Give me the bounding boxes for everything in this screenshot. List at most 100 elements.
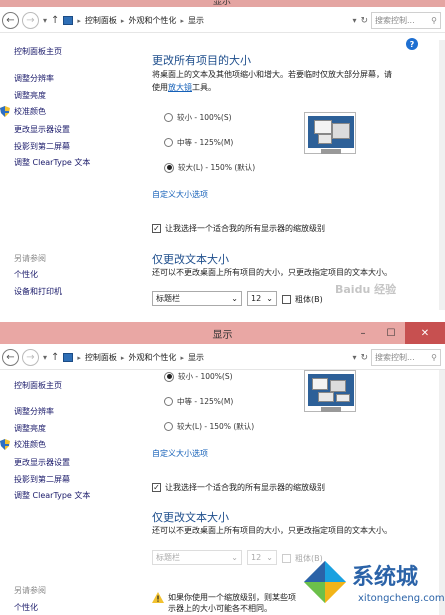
up-arrow-icon[interactable]: ↑: [51, 15, 59, 26]
breadcrumb-separator-icon: ▸: [77, 16, 81, 25]
radio-button-selected[interactable]: [164, 371, 174, 382]
control-panel-icon: [63, 353, 74, 362]
desc-suffix: 工具。: [192, 83, 216, 92]
scale-checkbox-row[interactable]: ✓ 让我选择一个适合我的所有显示器的缩放级别: [152, 482, 325, 493]
sidebar-item-cleartype[interactable]: 调整 ClearType 文本: [14, 157, 90, 168]
warning-line1: 如果你使用一个缩放级别，则某些项: [168, 593, 296, 602]
recent-pages-chevron-icon[interactable]: ▾: [43, 353, 47, 362]
scale-checkbox-row[interactable]: ✓ 让我选择一个适合我的所有显示器的缩放级别: [152, 223, 325, 234]
option-label: 较小 - 100%(S): [177, 113, 232, 122]
forward-button[interactable]: →: [22, 12, 39, 29]
back-button[interactable]: ←: [2, 12, 19, 29]
radio-button[interactable]: [164, 138, 173, 147]
radio-button-selected[interactable]: [164, 162, 174, 173]
breadcrumb-separator-icon: ▸: [77, 353, 81, 362]
chevron-down-icon: ⌄: [266, 553, 273, 562]
sidebar-item-cleartype[interactable]: 调整 ClearType 文本: [14, 490, 90, 501]
logo-text-en: xitongcheng.com: [358, 593, 445, 604]
see-also-personalization[interactable]: 个性化: [14, 269, 38, 280]
bold-checkbox-label: 粗体(B): [295, 295, 323, 304]
sidebar-item-brightness[interactable]: 调整亮度: [14, 423, 46, 434]
option-larger[interactable]: 较大(L) - 150% (默认): [164, 421, 254, 432]
scale-checkbox[interactable]: ✓: [152, 483, 161, 492]
item-select-disabled[interactable]: 标题栏 ⌄: [152, 550, 242, 565]
sidebar-item-project[interactable]: 投影到第二屏幕: [14, 141, 70, 152]
radio-button[interactable]: [164, 113, 173, 122]
size-description: 将桌面上的文本及其他项缩小和增大。若要临时仅放大部分屏幕，请 使用放大镜工具。: [152, 68, 427, 94]
scaling-warning: 如果你使用一个缩放级别，则某些项 示器上的大小可能各不相同。: [152, 592, 296, 614]
custom-size-link[interactable]: 自定义大小选项: [152, 448, 208, 459]
display-preview-image: [304, 112, 356, 154]
chevron-down-icon: ⌄: [231, 294, 238, 303]
watermark: Baidu 经验: [335, 283, 397, 296]
heading-change-size: 更改所有项目的大小: [152, 54, 251, 67]
option-medium[interactable]: 中等 - 125%(M): [164, 137, 233, 148]
custom-size-link[interactable]: 自定义大小选项: [152, 189, 208, 200]
heading-change-text: 仅更改文本大小: [152, 253, 229, 266]
sidebar-item-project[interactable]: 投影到第二屏幕: [14, 474, 70, 485]
see-also-heading: 另请参阅: [14, 586, 46, 595]
option-label: 中等 - 125%(M): [177, 397, 234, 406]
size-select[interactable]: 12 ⌄: [247, 291, 277, 306]
sidebar-item-label: 校准颜色: [14, 440, 46, 449]
see-also-personalization[interactable]: 个性化: [14, 602, 38, 613]
see-also-devices-printers[interactable]: 设备和打印机: [14, 286, 62, 297]
control-panel-icon: [63, 16, 74, 25]
screenshot-divider: [0, 312, 445, 322]
item-select-value: 标题栏: [156, 553, 180, 562]
radio-button[interactable]: [164, 422, 173, 431]
bold-checkbox[interactable]: [282, 554, 291, 563]
sidebar-item-display-settings[interactable]: 更改显示器设置: [14, 124, 70, 135]
sidebar-item-resolution[interactable]: 调整分辨率: [14, 406, 54, 417]
size-select-disabled[interactable]: 12 ⌄: [247, 550, 277, 565]
shield-icon: [0, 439, 10, 450]
sidebar-item-calibrate[interactable]: 校准颜色: [0, 106, 46, 117]
back-button[interactable]: ←: [2, 349, 19, 366]
option-label: 中等 - 125%(M): [177, 138, 234, 147]
bold-checkbox-row[interactable]: 粗体(B): [282, 294, 323, 305]
bold-checkbox[interactable]: [282, 295, 291, 304]
breadcrumb-separator-icon: ▸: [120, 353, 125, 362]
sidebar-item-label: 校准颜色: [14, 107, 46, 116]
size-description-line2: 使用放大镜工具。: [152, 81, 427, 94]
size-select-value: 12: [251, 553, 262, 562]
option-smaller[interactable]: 较小 - 100%(S): [164, 112, 232, 123]
display-preview-image: [304, 370, 356, 412]
logo-text-cn: 系统城: [352, 565, 419, 590]
main-content: 更改所有项目的大小 将桌面上的文本及其他项缩小和增大。若要临时仅放大部分屏幕，请…: [152, 0, 442, 312]
sidebar-item-brightness[interactable]: 调整亮度: [14, 90, 46, 101]
sidebar-item-calibrate[interactable]: 校准颜色: [0, 439, 46, 450]
breadcrumb-control-panel[interactable]: 控制面板: [85, 15, 117, 26]
sidebar-item-resolution[interactable]: 调整分辨率: [14, 73, 54, 84]
option-medium[interactable]: 中等 - 125%(M): [164, 396, 233, 407]
item-select[interactable]: 标题栏 ⌄: [152, 291, 242, 306]
scrollbar[interactable]: [439, 40, 445, 310]
heading-change-text: 仅更改文本大小: [152, 511, 229, 524]
size-description-line1: 将桌面上的文本及其他项缩小和增大。若要临时仅放大部分屏幕，请: [152, 70, 392, 79]
warning-line2: 示器上的大小可能各不相同。: [168, 604, 272, 613]
sidebar-item-home[interactable]: 控制面板主页: [14, 46, 62, 57]
scale-checkbox[interactable]: ✓: [152, 224, 161, 233]
option-label: 较大(L) - 150% (默认): [177, 422, 255, 431]
shield-icon: [0, 106, 10, 117]
window-top-screenshot: 显示 ← → ▾ ↑ ▸ 控制面板 ▸ 外观和个性化 ▸ 显示 ▾ ↻ 搜索控制…: [0, 0, 445, 312]
desc-prefix: 使用: [152, 83, 168, 92]
see-also-heading: 另请参阅: [14, 254, 46, 263]
sidebar-item-display-settings[interactable]: 更改显示器设置: [14, 457, 70, 468]
breadcrumb-separator-icon: ▸: [120, 16, 125, 25]
text-description: 还可以不更改桌面上所有项目的大小，只更改指定项目的文本大小。: [152, 526, 392, 535]
radio-button[interactable]: [164, 397, 173, 406]
forward-button[interactable]: →: [22, 349, 39, 366]
up-arrow-icon[interactable]: ↑: [51, 352, 59, 363]
sidebar-item-home[interactable]: 控制面板主页: [14, 380, 62, 391]
magnifier-link[interactable]: 放大镜: [168, 83, 192, 92]
recent-pages-chevron-icon[interactable]: ▾: [43, 16, 47, 25]
option-label: 较小 - 100%(S): [178, 372, 233, 381]
option-smaller[interactable]: 较小 - 100%(S): [164, 371, 233, 382]
size-select-value: 12: [251, 294, 262, 303]
xitongcheng-logo: 系统城 xitongcheng.com: [300, 555, 445, 615]
windows-logo-icon: [303, 560, 347, 604]
breadcrumb-control-panel[interactable]: 控制面板: [85, 352, 117, 363]
scale-checkbox-label: 让我选择一个适合我的所有显示器的缩放级别: [165, 224, 325, 233]
option-larger[interactable]: 较大(L) - 150% (默认): [164, 162, 255, 173]
